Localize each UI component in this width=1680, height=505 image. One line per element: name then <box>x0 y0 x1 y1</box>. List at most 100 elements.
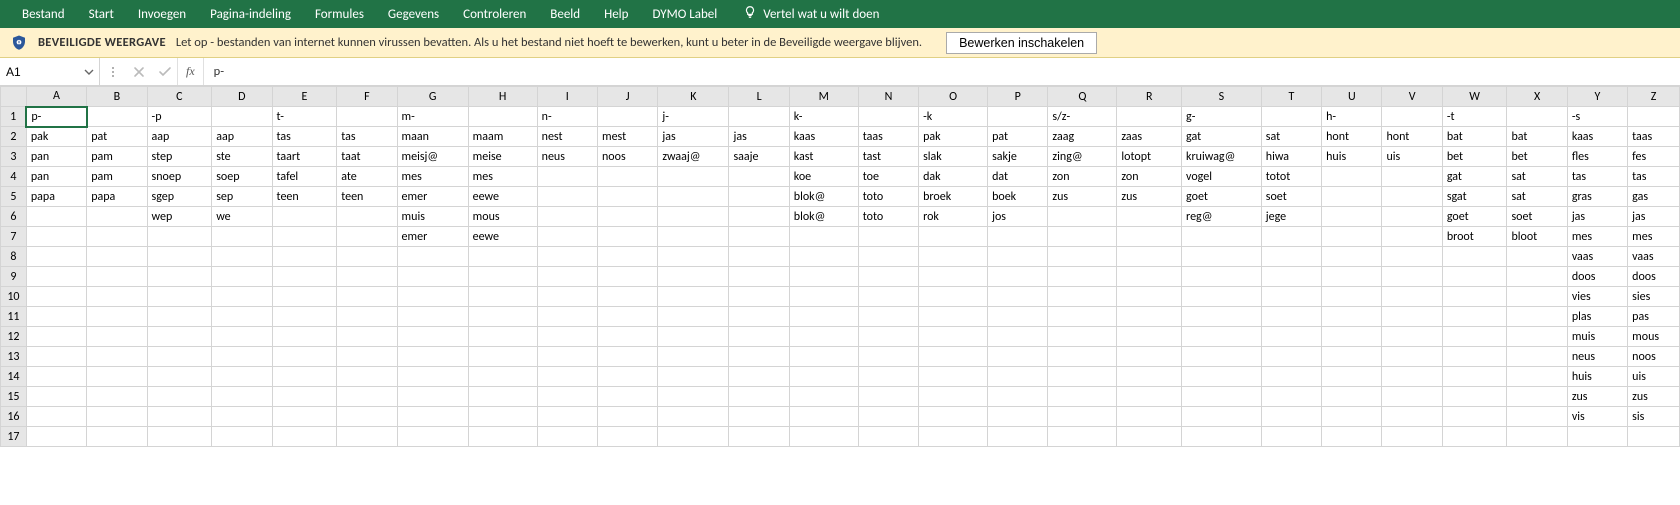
cell-X2[interactable]: bat <box>1507 127 1567 147</box>
cell-P11[interactable] <box>988 307 1048 327</box>
cell-T15[interactable] <box>1261 387 1321 407</box>
cell-Q9[interactable] <box>1048 267 1117 287</box>
cell-H11[interactable] <box>468 307 537 327</box>
row-header-1[interactable]: 1 <box>1 107 27 127</box>
cell-F7[interactable] <box>337 227 397 247</box>
cell-S17[interactable] <box>1182 427 1262 447</box>
cell-N4[interactable]: toe <box>858 167 918 187</box>
cell-B4[interactable]: pam <box>87 167 147 187</box>
cell-B10[interactable] <box>87 287 147 307</box>
cell-Q13[interactable] <box>1048 347 1117 367</box>
cell-Z2[interactable]: taas <box>1628 127 1680 147</box>
name-box[interactable] <box>0 58 100 85</box>
cell-C16[interactable] <box>147 407 212 427</box>
cell-L9[interactable] <box>729 267 789 287</box>
cell-G12[interactable] <box>397 327 468 347</box>
cell-J4[interactable] <box>597 167 657 187</box>
cell-B9[interactable] <box>87 267 147 287</box>
cell-L14[interactable] <box>729 367 789 387</box>
cell-E7[interactable] <box>272 227 337 247</box>
cell-W8[interactable] <box>1442 247 1507 267</box>
cell-O1[interactable]: -k <box>919 107 988 127</box>
cell-S12[interactable] <box>1182 327 1262 347</box>
cell-Z7[interactable]: mes <box>1628 227 1680 247</box>
cell-M4[interactable]: koe <box>789 167 858 187</box>
cell-G5[interactable]: emer <box>397 187 468 207</box>
cell-U4[interactable] <box>1322 167 1382 187</box>
cell-C13[interactable] <box>147 347 212 367</box>
confirm-formula-icon[interactable] <box>152 58 178 85</box>
row-header-13[interactable]: 13 <box>1 347 27 367</box>
cell-U15[interactable] <box>1322 387 1382 407</box>
cell-R5[interactable]: zus <box>1117 187 1182 207</box>
cell-B11[interactable] <box>87 307 147 327</box>
cell-W15[interactable] <box>1442 387 1507 407</box>
cell-S3[interactable]: kruiwag@ <box>1182 147 1262 167</box>
tab-gegevens[interactable]: Gegevens <box>376 0 451 28</box>
cell-V7[interactable] <box>1382 227 1442 247</box>
cell-W4[interactable]: gat <box>1442 167 1507 187</box>
cell-A16[interactable] <box>26 407 86 427</box>
cell-N14[interactable] <box>858 367 918 387</box>
cell-D5[interactable]: sep <box>212 187 272 207</box>
cell-L6[interactable] <box>729 207 789 227</box>
cell-Z6[interactable]: jas <box>1628 207 1680 227</box>
cell-H17[interactable] <box>468 427 537 447</box>
cell-G17[interactable] <box>397 427 468 447</box>
cell-K17[interactable] <box>658 427 729 447</box>
cell-W13[interactable] <box>1442 347 1507 367</box>
cell-J1[interactable] <box>597 107 657 127</box>
cell-I8[interactable] <box>537 247 597 267</box>
cell-A1[interactable]: p- <box>26 107 86 127</box>
cell-L2[interactable]: jas <box>729 127 789 147</box>
cell-E5[interactable]: teen <box>272 187 337 207</box>
cell-M15[interactable] <box>789 387 858 407</box>
cell-X11[interactable] <box>1507 307 1567 327</box>
cell-W10[interactable] <box>1442 287 1507 307</box>
cell-C14[interactable] <box>147 367 212 387</box>
cell-M17[interactable] <box>789 427 858 447</box>
cell-V3[interactable]: uis <box>1382 147 1442 167</box>
cell-H9[interactable] <box>468 267 537 287</box>
cell-Y15[interactable]: zus <box>1567 387 1627 407</box>
cell-S1[interactable]: g- <box>1182 107 1262 127</box>
cell-O3[interactable]: slak <box>919 147 988 167</box>
cell-O17[interactable] <box>919 427 988 447</box>
cell-C3[interactable]: step <box>147 147 212 167</box>
cell-F3[interactable]: taat <box>337 147 397 167</box>
cell-K5[interactable] <box>658 187 729 207</box>
cell-N5[interactable]: toto <box>858 187 918 207</box>
cell-X15[interactable] <box>1507 387 1567 407</box>
cell-H4[interactable]: mes <box>468 167 537 187</box>
cell-J5[interactable] <box>597 187 657 207</box>
cell-E16[interactable] <box>272 407 337 427</box>
cell-R3[interactable]: lotopt <box>1117 147 1182 167</box>
cell-M16[interactable] <box>789 407 858 427</box>
cell-P14[interactable] <box>988 367 1048 387</box>
cell-I11[interactable] <box>537 307 597 327</box>
cell-P3[interactable]: sakje <box>988 147 1048 167</box>
cell-R9[interactable] <box>1117 267 1182 287</box>
cell-P17[interactable] <box>988 427 1048 447</box>
cell-R11[interactable] <box>1117 307 1182 327</box>
cell-R1[interactable] <box>1117 107 1182 127</box>
cell-B1[interactable] <box>87 107 147 127</box>
cell-S14[interactable] <box>1182 367 1262 387</box>
cell-B5[interactable]: papa <box>87 187 147 207</box>
tab-pagina-indeling[interactable]: Pagina-indeling <box>198 0 303 28</box>
cell-R2[interactable]: zaas <box>1117 127 1182 147</box>
cell-T10[interactable] <box>1261 287 1321 307</box>
cell-W5[interactable]: sgat <box>1442 187 1507 207</box>
cell-E2[interactable]: tas <box>272 127 337 147</box>
cell-Z13[interactable]: noos <box>1628 347 1680 367</box>
cell-A2[interactable]: pak <box>26 127 86 147</box>
cell-J14[interactable] <box>597 367 657 387</box>
cell-N15[interactable] <box>858 387 918 407</box>
cell-C5[interactable]: sgep <box>147 187 212 207</box>
cell-Q11[interactable] <box>1048 307 1117 327</box>
cell-R10[interactable] <box>1117 287 1182 307</box>
cell-V8[interactable] <box>1382 247 1442 267</box>
cell-J12[interactable] <box>597 327 657 347</box>
column-header-S[interactable]: S <box>1182 87 1262 107</box>
cell-K3[interactable]: zwaaj@ <box>658 147 729 167</box>
